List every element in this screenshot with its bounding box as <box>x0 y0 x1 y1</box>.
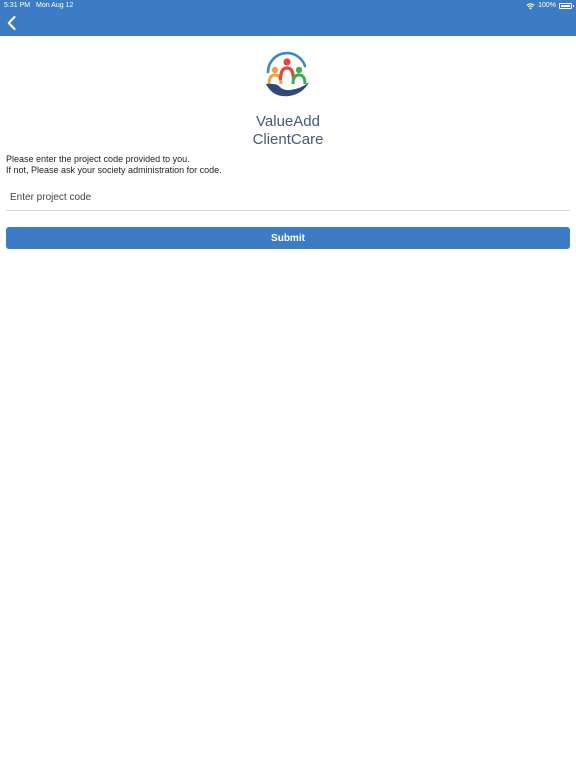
battery-icon <box>559 3 574 9</box>
app-logo <box>266 51 309 97</box>
app-name-line-2: ClientCare <box>252 131 324 148</box>
wifi-icon <box>526 2 535 9</box>
status-bar: 5:31 PM Mon Aug 12 100% <box>0 0 576 12</box>
project-code-input[interactable] <box>6 185 570 211</box>
status-indicators: 100% <box>526 0 574 12</box>
top-bar: 5:31 PM Mon Aug 12 100% <box>0 0 576 36</box>
status-time: 5:31 PM <box>4 2 31 9</box>
battery-percentage: 100% <box>538 2 556 9</box>
submit-button[interactable]: Submit <box>6 227 570 249</box>
app-name-line-1: ValueAdd <box>256 113 320 130</box>
instruction-line-2: If not, Please ask your society administ… <box>6 165 222 175</box>
app-name: ValueAdd ClientCare <box>0 113 576 149</box>
status-date: Mon Aug 12 <box>36 2 74 9</box>
back-button[interactable] <box>3 14 19 32</box>
instruction-line-1: Please enter the project code provided t… <box>6 154 190 164</box>
chevron-left-icon <box>7 16 15 30</box>
instructions: Please enter the project code provided t… <box>6 154 222 176</box>
